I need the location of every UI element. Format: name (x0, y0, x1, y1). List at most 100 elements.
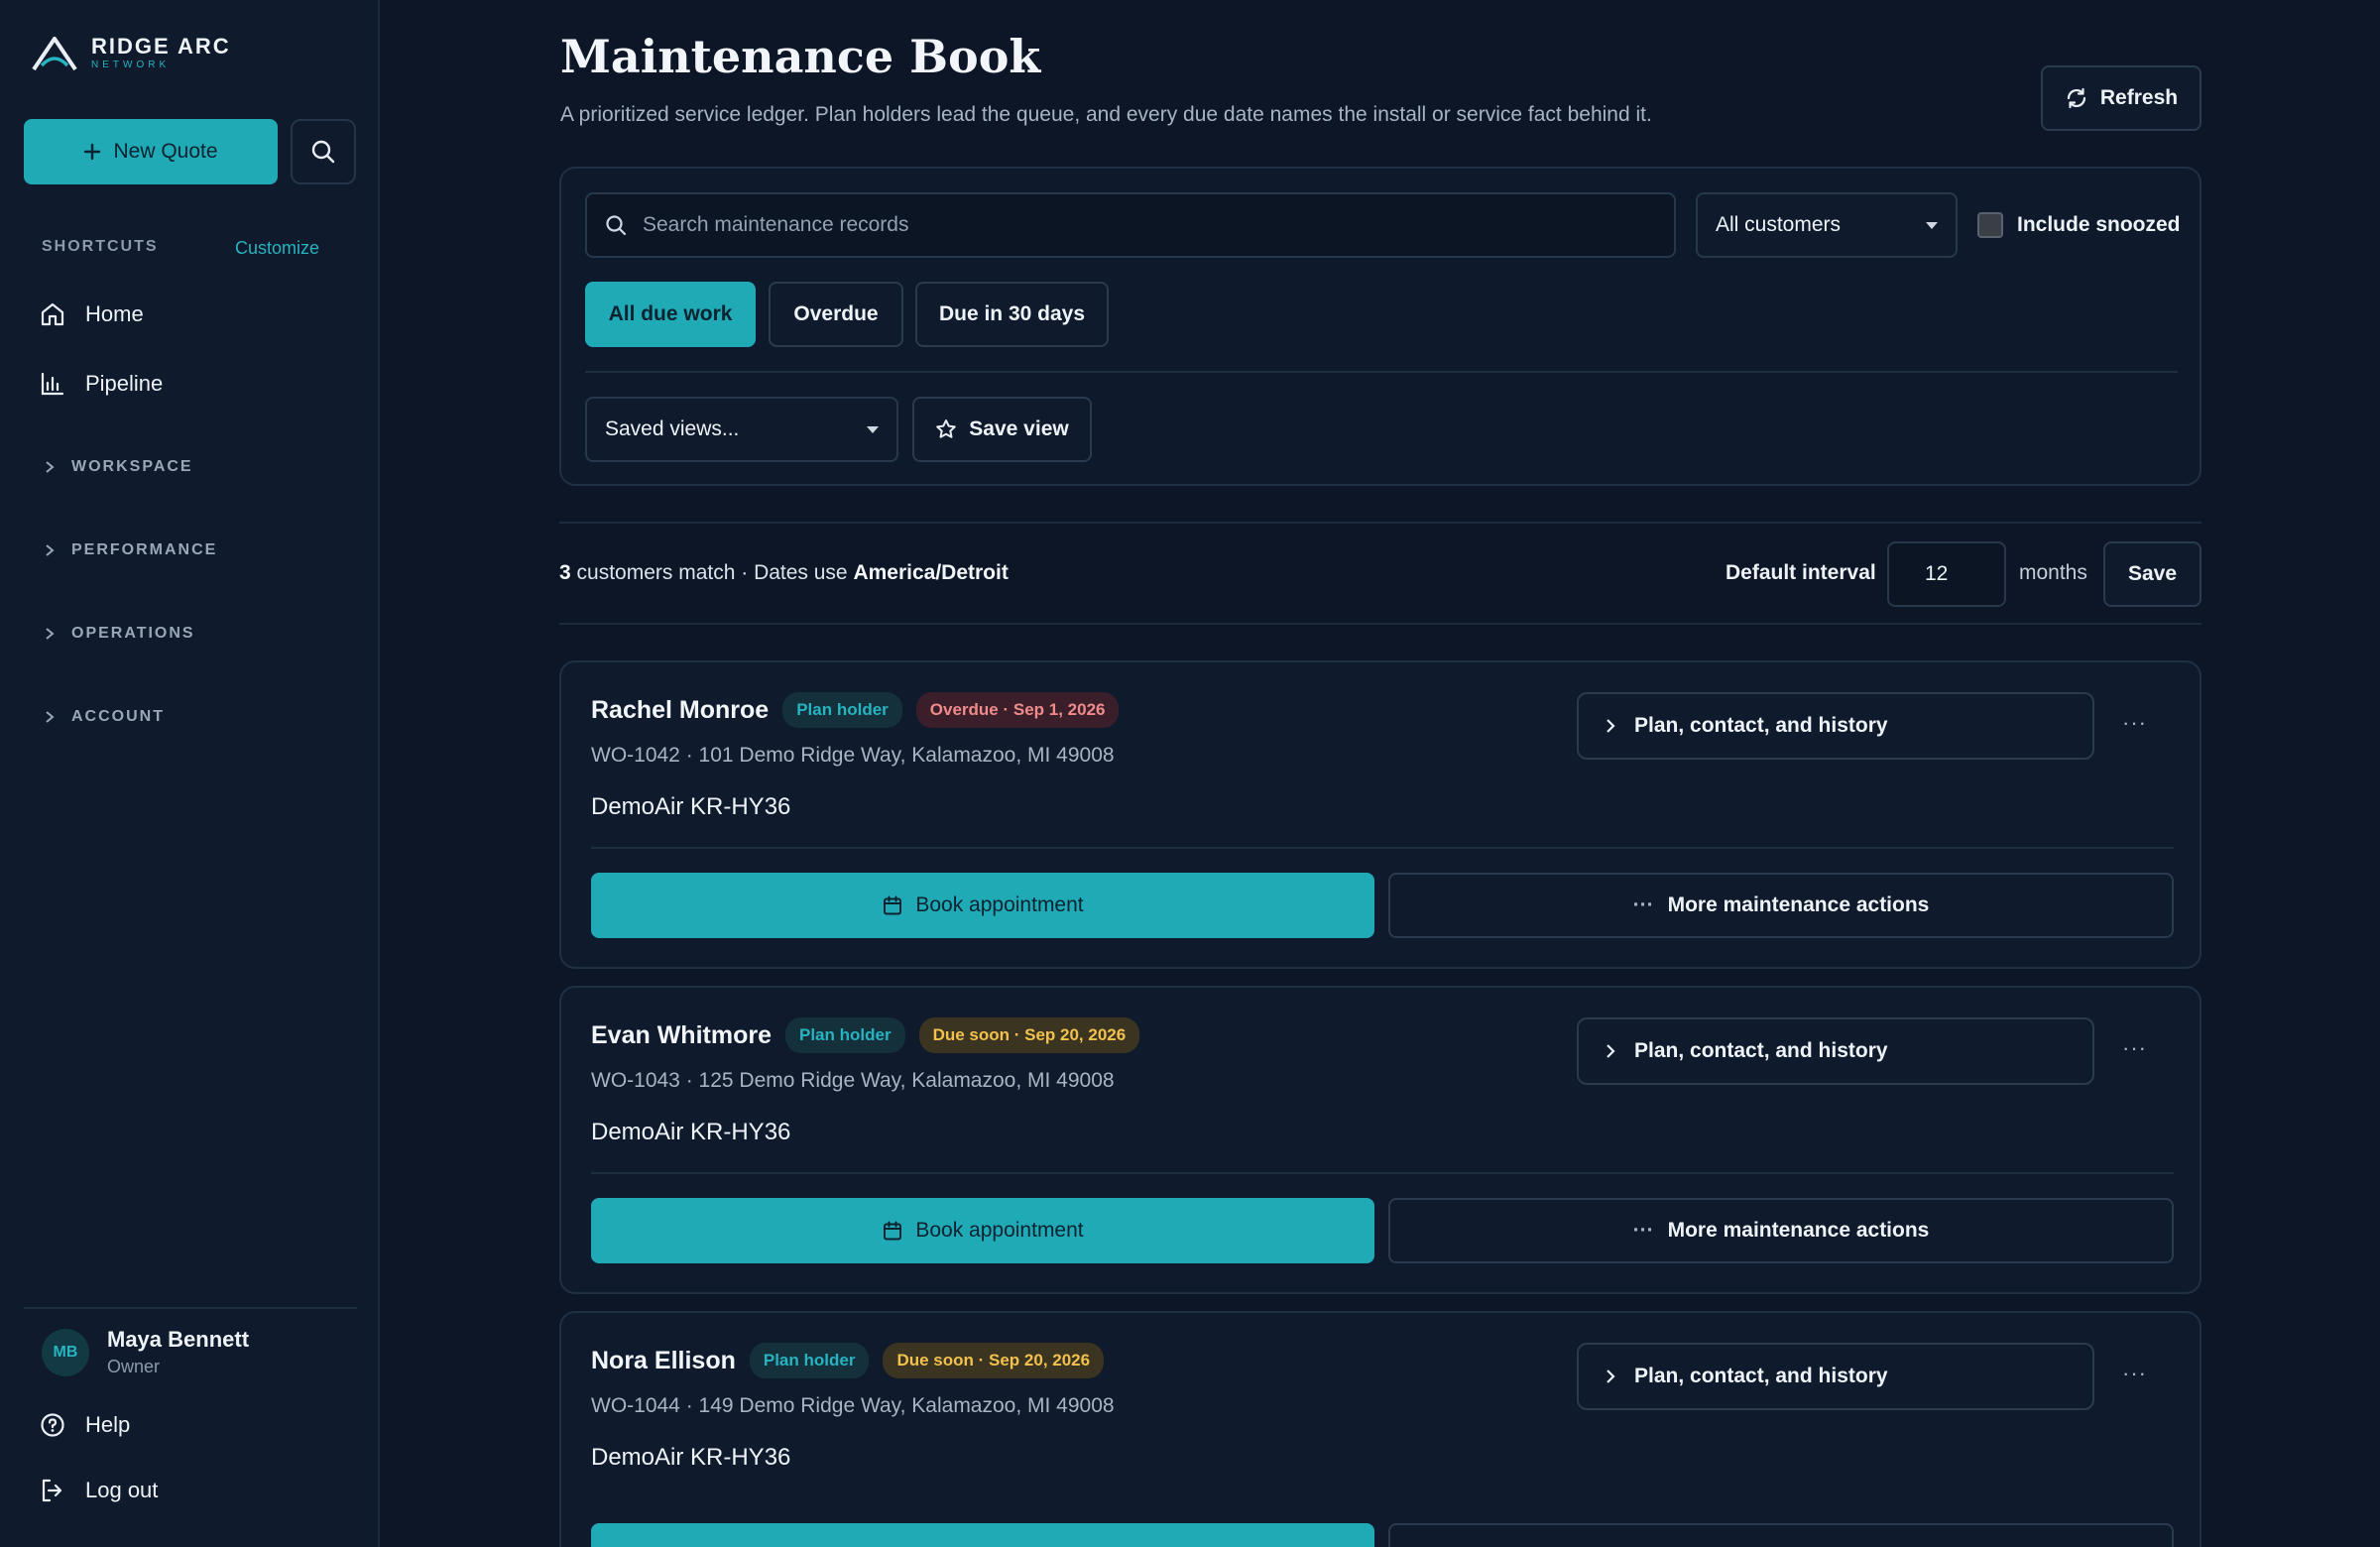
saved-views-value: Saved views... (605, 417, 740, 440)
results-text: customers match · Dates use (570, 561, 854, 584)
equipment-model: DemoAir KR-HY36 (591, 1444, 791, 1471)
chevron-right-icon (1606, 1044, 1615, 1058)
avatar: MB (42, 1328, 89, 1376)
default-interval-label: Default interval (1726, 561, 1876, 584)
equipment-model: DemoAir KR-HY36 (591, 793, 791, 820)
ridge-arc-logo-icon (32, 37, 77, 71)
work-order-address: WO-1042 · 101 Demo Ridge Way, Kalamazoo,… (591, 744, 1115, 767)
customize-link[interactable]: Customize (235, 238, 319, 259)
plan-link-label: Plan, contact, and history (1634, 1365, 1888, 1387)
customer-select[interactable]: All customers (1696, 192, 1958, 258)
user-role: Owner (107, 1357, 161, 1376)
more-actions-label: More maintenance actions (1667, 1219, 1930, 1242)
card-divider (591, 847, 2174, 849)
brand-tagline: NETWORK (91, 60, 171, 70)
customer-select-value: All customers (1716, 213, 1842, 236)
calendar-icon (884, 895, 902, 915)
chevron-down-icon (1926, 221, 1938, 229)
book-appointment-button[interactable]: Book appointment (591, 873, 1374, 938)
book-appointment-button[interactable]: Book appointment (591, 1198, 1374, 1263)
maintenance-card: Evan Whitmore Plan holder Due soon · Sep… (559, 986, 2202, 1294)
more-actions-label: More maintenance actions (1667, 893, 1930, 916)
help-link[interactable]: Help (40, 1412, 130, 1438)
saved-views-select[interactable]: Saved views... (585, 397, 898, 462)
filter-divider (585, 371, 2178, 373)
logout-label: Log out (85, 1478, 159, 1502)
plan-contact-history-button[interactable]: Plan, contact, and history (1577, 692, 2094, 760)
plan-holder-badge: Plan holder (784, 1017, 905, 1053)
maintenance-card: Rachel Monroe Plan holder Overdue · Sep … (559, 660, 2202, 969)
customer-name[interactable]: Rachel Monroe (591, 696, 769, 725)
search-icon (311, 140, 335, 164)
search-icon (606, 215, 627, 236)
maintenance-card: Nora Ellison Plan holder Due soon · Sep … (559, 1311, 2202, 1547)
sidebar-search-button[interactable] (291, 119, 356, 184)
default-interval-input[interactable]: 12 (1887, 541, 2006, 607)
logout-icon (42, 1479, 62, 1502)
book-appointment-button[interactable] (591, 1523, 1374, 1547)
sidebar-group-label: OPERATIONS (71, 625, 195, 642)
sidebar-item-pipeline[interactable]: Pipeline (40, 371, 163, 397)
sidebar-group-account[interactable]: ACCOUNT (44, 708, 165, 726)
sidebar-item-label: Pipeline (85, 371, 164, 396)
plan-contact-history-button[interactable]: Plan, contact, and history (1577, 1343, 2094, 1410)
card-divider (591, 1172, 2174, 1174)
include-snoozed-checkbox[interactable] (1977, 212, 2003, 238)
new-quote-label: New Quote (113, 140, 218, 163)
user-profile[interactable]: MB Maya Bennett Owner (42, 1327, 249, 1377)
timezone-label: America/Detroit (853, 561, 1009, 584)
filter-chip-overdue[interactable]: Overdue (769, 282, 903, 347)
user-name: Maya Bennett (107, 1327, 250, 1352)
customer-name[interactable]: Nora Ellison (591, 1347, 736, 1375)
sidebar-group-operations[interactable]: OPERATIONS (44, 625, 195, 643)
bar-chart-icon (41, 372, 64, 396)
more-maintenance-actions-button[interactable]: ··· More maintenance actions (1388, 873, 2174, 938)
filter-chip-all-due-work[interactable]: All due work (585, 282, 756, 347)
new-quote-button[interactable]: New Quote (24, 119, 278, 184)
chevron-right-icon (46, 711, 55, 723)
filter-chip-due-30-days[interactable]: Due in 30 days (915, 282, 1109, 347)
summary-divider-top (559, 522, 2202, 524)
search-input[interactable]: Search maintenance records (585, 192, 1676, 258)
refresh-label: Refresh (2099, 86, 2179, 109)
chevron-right-icon (1606, 719, 1615, 733)
chevron-right-icon (46, 628, 55, 640)
sidebar-group-label: PERFORMANCE (71, 541, 218, 558)
sidebar-group-label: ACCOUNT (71, 708, 165, 725)
chevron-down-icon (867, 425, 879, 433)
summary-divider-bottom (559, 623, 2202, 625)
refresh-button[interactable]: Refresh (2041, 65, 2202, 131)
equipment-model: DemoAir KR-HY36 (591, 1119, 791, 1145)
customer-name[interactable]: Evan Whitmore (591, 1021, 772, 1050)
results-summary: 3 customers match · Dates use America/De… (559, 561, 1009, 585)
include-snoozed-label: Include snoozed (2017, 213, 2181, 236)
sidebar-item-home[interactable]: Home (40, 301, 144, 327)
plus-icon (84, 143, 101, 161)
home-icon (41, 302, 64, 326)
more-options-icon[interactable]: ··· (2122, 1035, 2147, 1061)
plan-link-label: Plan, contact, and history (1634, 1039, 1888, 1062)
help-label: Help (85, 1412, 131, 1437)
logout-link[interactable]: Log out (40, 1478, 158, 1503)
save-interval-button[interactable]: Save (2103, 541, 2202, 607)
more-maintenance-actions-button[interactable]: ··· More maintenance actions (1388, 1198, 2174, 1263)
sidebar-group-workspace[interactable]: WORKSPACE (44, 458, 193, 476)
brand-logo[interactable]: RIDGE ARC NETWORK (32, 36, 231, 71)
sidebar-divider (24, 1307, 357, 1309)
sidebar-group-performance[interactable]: PERFORMANCE (44, 541, 217, 559)
work-order-address: WO-1044 · 149 Demo Ridge Way, Kalamazoo,… (591, 1394, 1115, 1417)
chevron-right-icon (46, 461, 55, 473)
help-circle-icon (41, 1413, 64, 1437)
more-options-icon[interactable]: ··· (2122, 710, 2147, 736)
more-options-icon[interactable]: ··· (2122, 1361, 2147, 1386)
refresh-icon (2067, 87, 2085, 109)
plan-holder-badge: Plan holder (782, 692, 902, 728)
sidebar-item-label: Home (85, 301, 144, 326)
more-maintenance-actions-button[interactable] (1388, 1523, 2174, 1547)
save-view-button[interactable]: Save view (912, 397, 1092, 462)
ellipsis-icon: ··· (1632, 893, 1654, 916)
shortcuts-label: SHORTCUTS (42, 238, 159, 255)
plan-contact-history-button[interactable]: Plan, contact, and history (1577, 1017, 2094, 1085)
search-placeholder: Search maintenance records (643, 213, 909, 236)
include-snoozed-toggle[interactable]: Include snoozed (1977, 212, 2181, 238)
